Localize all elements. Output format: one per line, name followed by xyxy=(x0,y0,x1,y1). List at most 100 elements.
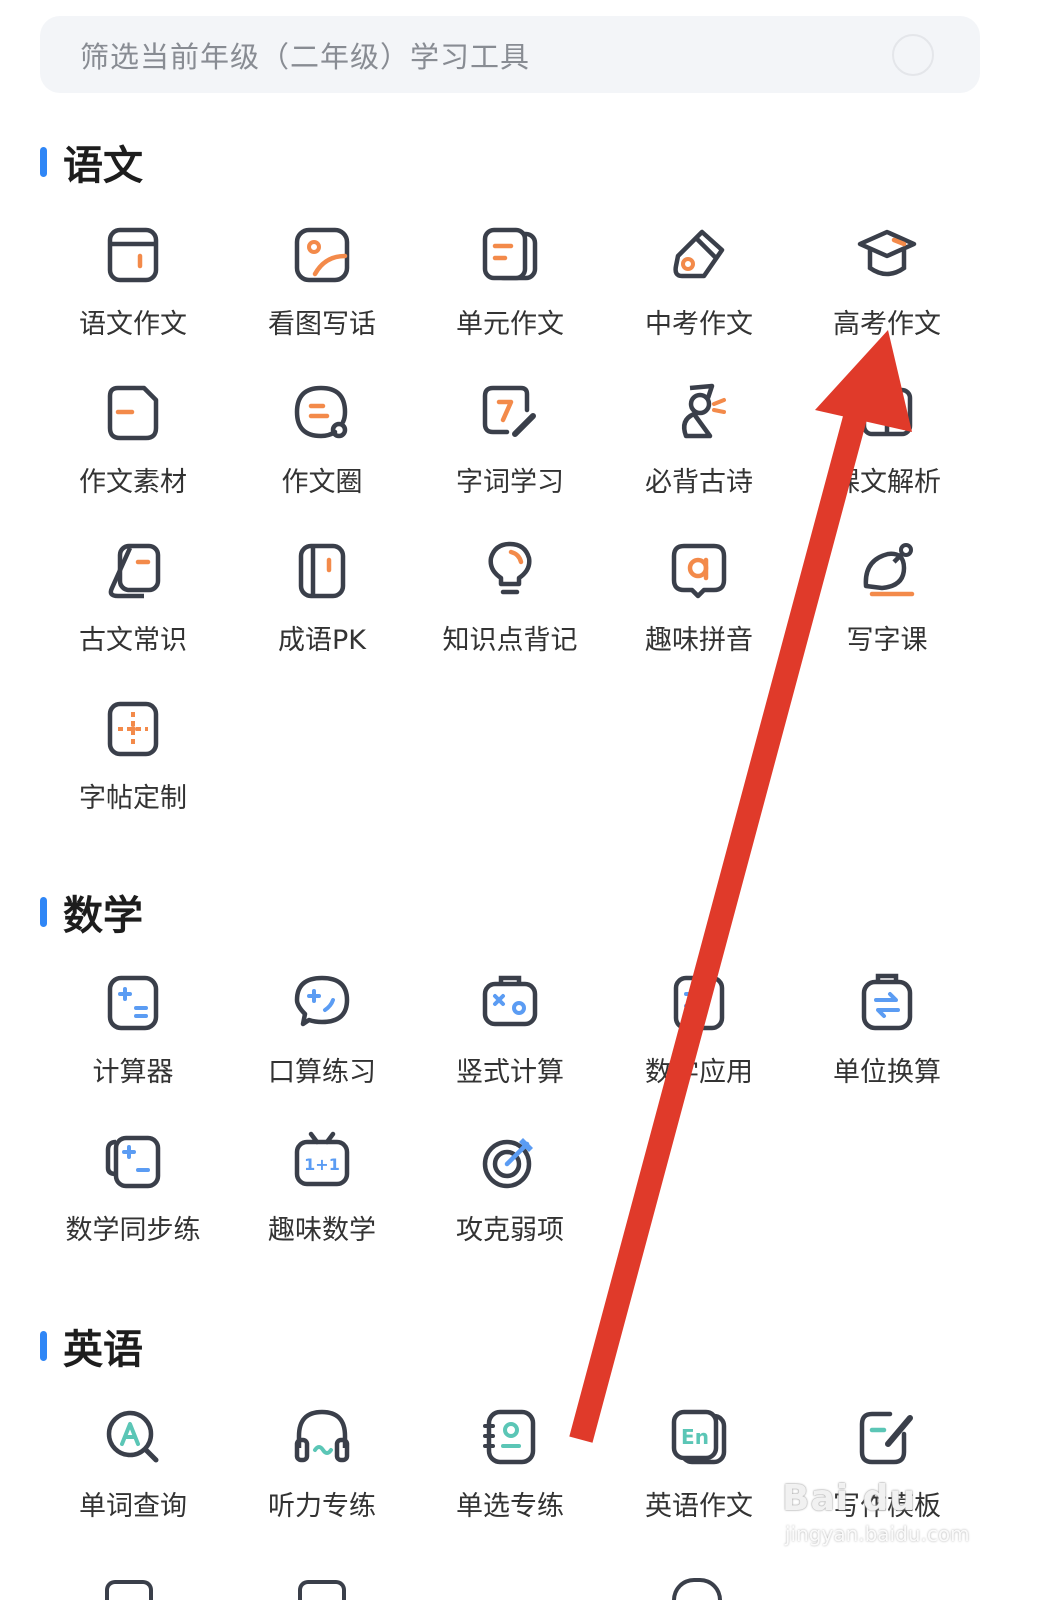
tool-label: 古文常识 xyxy=(79,625,187,656)
tool-zitie-dingzhi[interactable]: 字帖定制 xyxy=(39,696,227,836)
partial-tool-icon xyxy=(105,1580,153,1600)
ink-brush-icon xyxy=(863,543,915,597)
section-title-text: 英语 xyxy=(63,1327,143,1373)
tool-tingli-zhuanlian[interactable]: 听力专练 xyxy=(228,1404,416,1544)
pencil-bag-icon xyxy=(673,229,725,279)
tool-label: 单选专练 xyxy=(456,1491,564,1522)
grade-filter-bar[interactable]: 筛选当前年级（二年级）学习工具 xyxy=(40,16,980,93)
edit-note-icon xyxy=(482,385,536,437)
tool-jisuanqi[interactable]: 计算器 xyxy=(39,970,227,1110)
tv-one-plus-one-icon: 1+1 xyxy=(294,1131,350,1187)
tool-quwei-shuxue[interactable]: 1+1 趣味数学 xyxy=(228,1128,416,1268)
tool-danyuan-zuowen[interactable]: 单元作文 xyxy=(416,222,604,362)
tool-label: 中考作文 xyxy=(645,309,753,340)
tool-label: 趣味拼音 xyxy=(645,625,753,656)
tool-quwei-pinyin[interactable]: 趣味拼音 xyxy=(605,538,793,678)
profile-card-icon xyxy=(483,1409,536,1465)
tool-zuowen-quan[interactable]: 作文圈 xyxy=(228,380,416,520)
tool-danwei-huansuan[interactable]: 单位换算 xyxy=(793,970,981,1110)
tool-label: 数学同步练 xyxy=(65,1215,201,1246)
practice-sheet-icon xyxy=(105,1135,161,1189)
tool-chengyu-pk[interactable]: 成语PK xyxy=(228,538,416,678)
tool-zici-xuexi[interactable]: 字词学习 xyxy=(416,380,604,520)
tool-label: 计算器 xyxy=(92,1057,174,1088)
tool-guwen-changshi[interactable]: 古文常识 xyxy=(39,538,227,678)
tool-label: 知识点背记 xyxy=(442,625,578,656)
tool-label: 语文作文 xyxy=(79,309,187,340)
tool-label: 竖式计算 xyxy=(456,1057,564,1088)
tool-label: 攻克弱项 xyxy=(456,1215,564,1246)
svg-text:En: En xyxy=(681,1425,709,1449)
tool-danci-chaxun[interactable]: 单词查询 xyxy=(39,1404,227,1544)
tool-kantu-xiehua[interactable]: 看图写话 xyxy=(228,222,416,362)
baidu-watermark-url: jingyan.baidu.com xyxy=(785,1522,970,1546)
tool-label: 字帖定制 xyxy=(79,783,187,814)
folded-page-icon xyxy=(107,385,159,441)
tool-label: 成语PK xyxy=(278,625,366,656)
open-book-icon xyxy=(861,387,913,437)
tool-label: 写字课 xyxy=(846,625,928,656)
graduation-cap-icon xyxy=(857,229,917,277)
math-card-icon xyxy=(673,975,725,1031)
baidu-watermark-logo: Bai du xyxy=(782,1478,917,1519)
tool-danxuan-zhuanlian[interactable]: 单选专练 xyxy=(416,1404,604,1544)
tool-gaokao-zuowen[interactable]: 高考作文 xyxy=(793,222,981,362)
tool-zuowen-sucai[interactable]: 作文素材 xyxy=(39,380,227,520)
magnifier-letter-icon xyxy=(106,1410,159,1463)
tool-label: 字词学习 xyxy=(456,467,564,498)
section-title-text: 语文 xyxy=(63,143,143,189)
target-icon xyxy=(482,1138,533,1189)
tool-label: 作文素材 xyxy=(79,467,187,498)
stacked-pages-icon xyxy=(482,227,538,281)
section-accent-bar xyxy=(40,897,47,927)
tool-label: 单词查询 xyxy=(79,1491,187,1522)
grade-filter-label: 筛选当前年级（二年级）学习工具 xyxy=(80,39,531,74)
tool-label: 单位换算 xyxy=(833,1057,941,1088)
tool-label: 必背古诗 xyxy=(645,467,753,498)
calculator-icon xyxy=(107,975,159,1031)
lightbulb-icon xyxy=(488,541,532,595)
tool-xiezi-ke[interactable]: 写字课 xyxy=(793,538,981,678)
tool-label: 作文圈 xyxy=(281,467,363,498)
tool-bibei-gushi[interactable]: 必背古诗 xyxy=(605,380,793,520)
partial-tool-icon xyxy=(672,1578,722,1600)
partial-tool-icon xyxy=(298,1580,346,1600)
scroll-brush-icon xyxy=(108,543,161,599)
section-title-chinese: 语文 xyxy=(40,133,143,191)
tool-label: 看图写话 xyxy=(268,309,376,340)
tool-label: 单元作文 xyxy=(456,309,564,340)
section-title-english: 英语 xyxy=(40,1317,143,1375)
section-accent-bar xyxy=(40,147,47,177)
section-title-math: 数学 xyxy=(40,883,143,941)
tool-kewen-jiexi[interactable]: 课文解析 xyxy=(793,380,981,520)
letter-a-bubble-icon xyxy=(671,543,727,599)
tool-shuxue-tongbulian[interactable]: 数学同步练 xyxy=(39,1128,227,1268)
tool-gongke-ruoxiang[interactable]: 攻克弱项 xyxy=(416,1128,604,1268)
chat-bubble-icon xyxy=(294,385,348,439)
poet-figure-icon xyxy=(682,383,726,439)
book-icon xyxy=(298,543,346,599)
grade-filter-toggle[interactable] xyxy=(892,33,934,76)
tool-label: 听力专练 xyxy=(268,1491,376,1522)
tool-label: 课文解析 xyxy=(833,467,941,498)
tool-yuwen-zuowen[interactable]: 语文作文 xyxy=(39,222,227,362)
tool-label: 口算练习 xyxy=(268,1057,376,1088)
tool-label: 数学应用 xyxy=(645,1057,753,1088)
en-card-icon: En xyxy=(671,1409,727,1465)
robot-screen-icon xyxy=(482,975,538,1027)
tool-zhishidian-beiji[interactable]: 知识点背记 xyxy=(416,538,604,678)
tool-yingyu-zuowen[interactable]: En 英语作文 xyxy=(605,1404,793,1544)
tool-kousuan-lianxi[interactable]: 口算练习 xyxy=(228,970,416,1110)
svg-text:1+1: 1+1 xyxy=(304,1155,340,1174)
speech-plus-icon xyxy=(294,975,350,1027)
tool-shushi-jisuan[interactable]: 竖式计算 xyxy=(416,970,604,1110)
headphones-icon xyxy=(294,1409,350,1463)
convert-clipboard-icon xyxy=(861,973,913,1031)
grid-page-icon xyxy=(107,701,159,757)
tool-shuxue-yingyong[interactable]: 数学应用 xyxy=(605,970,793,1110)
section-accent-bar xyxy=(40,1331,47,1361)
tool-zhongkao-zuowen[interactable]: 中考作文 xyxy=(605,222,793,362)
notebook-icon xyxy=(107,227,159,283)
picture-icon xyxy=(294,227,350,283)
tool-label: 高考作文 xyxy=(833,309,941,340)
